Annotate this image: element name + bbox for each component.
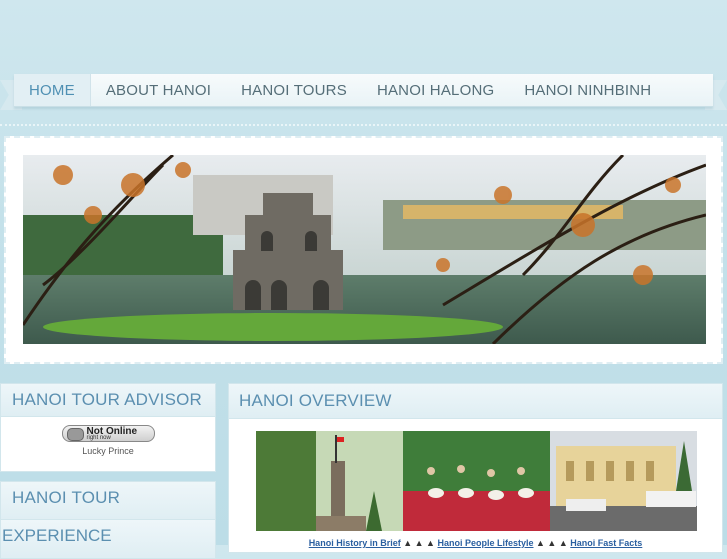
hero-image — [23, 155, 706, 344]
link-hanoi-fast-facts[interactable]: Hanoi Fast Facts — [570, 538, 642, 548]
hero-banner — [4, 136, 723, 364]
status-sub-text: right now — [86, 435, 111, 441]
chat-bubble-icon — [66, 428, 84, 441]
experience-box: HANOI TOUR EXPERIENCE — [0, 481, 216, 559]
experience-title-line-1: HANOI TOUR — [0, 481, 216, 521]
link-separator: ▲ ▲ ▲ — [536, 538, 568, 548]
divider — [0, 124, 727, 126]
link-hanoi-history[interactable]: Hanoi History in Brief — [309, 538, 401, 548]
link-hanoi-people[interactable]: Hanoi People Lifestyle — [437, 538, 533, 548]
overview-box: HANOI OVERVIEW Hanoi History in Brief ▲ … — [228, 383, 723, 553]
online-status-button[interactable]: Not Online right now — [61, 425, 155, 442]
experience-title-line-2: EXPERIENCE — [0, 519, 216, 559]
overview-links: Hanoi History in Brief ▲ ▲ ▲ Hanoi Peopl… — [229, 538, 722, 548]
link-separator: ▲ ▲ ▲ — [403, 538, 435, 548]
nav-item-hanoi-halong[interactable]: HANOI HALONG — [362, 74, 509, 106]
advisor-title: HANOI TOUR ADVISOR — [1, 384, 215, 417]
nav-item-home[interactable]: HOME — [14, 74, 91, 106]
advisor-box: HANOI TOUR ADVISOR Not Online right now … — [0, 383, 216, 472]
main-nav: HOME ABOUT HANOI HANOI TOURS HANOI HALON… — [0, 74, 727, 114]
nav-item-about-hanoi[interactable]: ABOUT HANOI — [91, 74, 226, 106]
nav-bar: HOME ABOUT HANOI HANOI TOURS HANOI HALON… — [14, 74, 713, 107]
overview-photos — [256, 431, 697, 531]
overview-title: HANOI OVERVIEW — [229, 384, 722, 419]
nav-item-hanoi-ninhbinh[interactable]: HANOI NINHBINH — [509, 74, 666, 106]
nav-item-hanoi-tours[interactable]: HANOI TOURS — [226, 74, 362, 106]
advisor-name: Lucky Prince — [82, 446, 134, 456]
